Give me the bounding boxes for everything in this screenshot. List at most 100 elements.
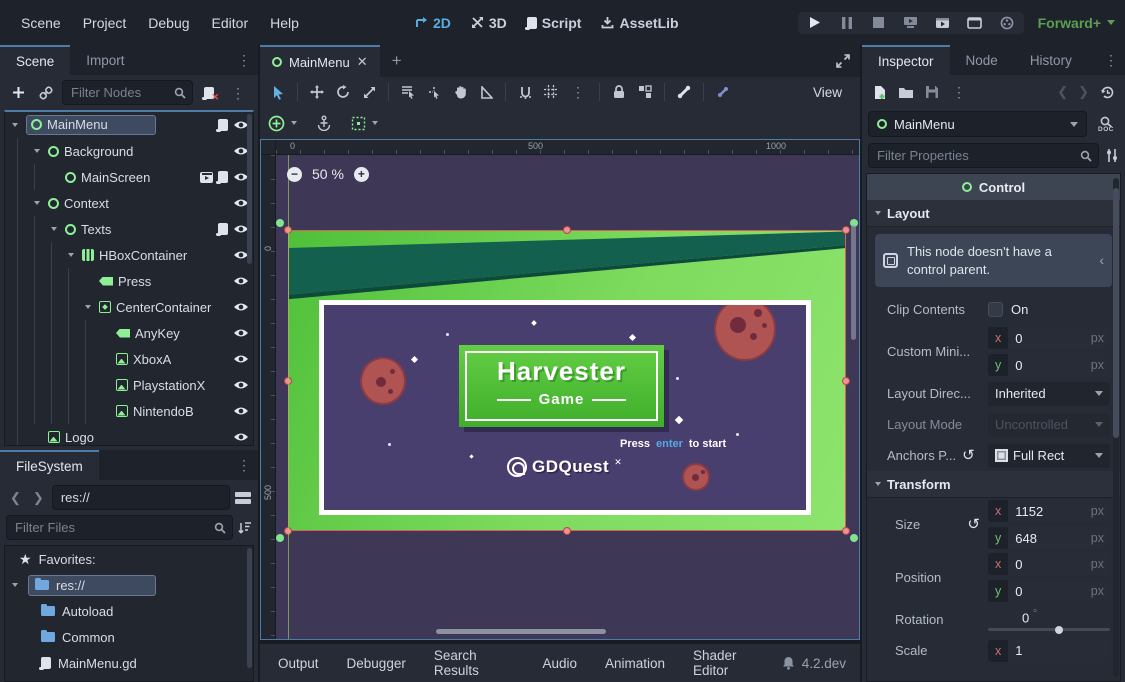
select-list-icon[interactable] [396, 81, 420, 103]
script-icon[interactable] [218, 119, 228, 131]
rotation-slider[interactable]: 0 ° [988, 608, 1110, 631]
save-resource-icon[interactable] [920, 80, 944, 104]
scene-node-xboxa[interactable]: XboxA [5, 346, 253, 372]
canvas-horizontal-scrollbar[interactable] [436, 629, 606, 634]
switch-3d-button[interactable]: 3D [461, 10, 517, 36]
grid-snap-icon[interactable] [539, 81, 563, 103]
path-input[interactable] [52, 485, 230, 510]
property-filter-options-icon[interactable] [1105, 148, 1119, 163]
scene-node-background[interactable]: Background [5, 138, 253, 164]
open-docs-icon[interactable]: DOC [1093, 116, 1119, 133]
scene-tab-mainmenu[interactable]: MainMenu ✕ [260, 45, 380, 77]
zoom-level[interactable]: 50 % [312, 166, 344, 182]
play-scene-button[interactable] [934, 15, 952, 31]
add-node-button[interactable] [6, 81, 30, 105]
stop-button[interactable] [870, 15, 888, 31]
pause-button[interactable] [838, 15, 856, 31]
notification-bell-icon[interactable] [782, 656, 795, 670]
favorites-item[interactable]: ★ Favorites: [5, 546, 253, 572]
tab-import[interactable]: Import [70, 45, 140, 75]
filter-files-input[interactable] [6, 515, 233, 540]
anchors-preset-dropdown[interactable]: Full Rect [988, 444, 1110, 468]
inspector-menu-icon[interactable]: ⋮ [1098, 53, 1125, 67]
selection-handle[interactable] [842, 377, 850, 385]
renderer-dropdown[interactable]: Forward+ [1038, 15, 1115, 31]
scene-node-press[interactable]: Press [5, 268, 253, 294]
canvas-viewport[interactable]: 0 500 1000 0 500 − 50 % + [260, 139, 860, 640]
scene-tree-scrollbar[interactable] [247, 114, 252, 264]
scene-node-logo[interactable]: Logo [5, 424, 253, 446]
collapse-icon[interactable] [34, 201, 40, 205]
panel-output[interactable]: Output [266, 650, 331, 677]
resource-menu-icon[interactable]: ⋮ [946, 85, 973, 99]
canvas-vertical-scrollbar[interactable] [851, 225, 856, 340]
collapse-icon[interactable] [12, 123, 18, 127]
collapse-icon[interactable] [85, 305, 91, 309]
select-tool-icon[interactable] [266, 81, 290, 103]
folder-autoload-item[interactable]: Autoload [5, 598, 253, 624]
edit-forward-icon[interactable]: ❯ [1074, 84, 1093, 100]
revert-icon[interactable]: ↺ [967, 517, 980, 532]
container-sizing-icon[interactable] [351, 116, 366, 131]
scene-node-texts[interactable]: Texts [5, 216, 253, 242]
menu-project[interactable]: Project [72, 9, 138, 37]
anchor-preset-icon[interactable] [268, 115, 285, 132]
zoom-out-button[interactable]: − [287, 167, 302, 182]
menu-editor[interactable]: Editor [201, 9, 260, 37]
view-menu-button[interactable]: View [801, 85, 854, 100]
skeleton-bone-icon[interactable] [672, 81, 696, 103]
movie-maker-button[interactable] [998, 15, 1016, 31]
anchor-handle[interactable] [276, 219, 284, 227]
switch-2d-button[interactable]: 2D [405, 10, 461, 36]
panel-debugger[interactable]: Debugger [335, 650, 418, 677]
tab-scene[interactable]: Scene [0, 45, 70, 75]
tab-history[interactable]: History [1014, 45, 1088, 75]
file-mainmenu-gd-item[interactable]: MainMenu.gd [5, 650, 253, 676]
custom-min-y-field[interactable]: y0px [988, 354, 1110, 376]
category-control[interactable]: Control [867, 174, 1120, 200]
instance-scene-button[interactable] [34, 81, 58, 105]
move-tool-icon[interactable] [305, 81, 329, 103]
position-x-field[interactable]: x0px [988, 553, 1110, 575]
revert-icon[interactable]: ↺ [962, 448, 975, 463]
new-scene-tab-button[interactable]: + [380, 45, 414, 77]
load-resource-icon[interactable] [894, 80, 918, 104]
collapse-icon[interactable] [12, 583, 18, 587]
scene-node-mainmenu[interactable]: MainMenu [5, 112, 253, 138]
layout-direction-dropdown[interactable]: Inherited [988, 382, 1110, 406]
menu-scene[interactable]: Scene [10, 9, 72, 37]
play-button[interactable] [806, 15, 824, 31]
scene-dock-menu-icon[interactable]: ⋮ [231, 53, 258, 67]
zoom-in-button[interactable]: + [354, 167, 369, 182]
tab-node[interactable]: Node [950, 45, 1014, 75]
scene-node-playstationx[interactable]: PlaystationX [5, 372, 253, 398]
pan-tool-icon[interactable] [448, 81, 472, 103]
section-transform[interactable]: Transform [867, 471, 1120, 498]
panel-search-results[interactable]: Search Results [422, 642, 527, 682]
visibility-eye-icon[interactable] [233, 379, 249, 391]
selection-handle[interactable] [842, 527, 850, 535]
visibility-eye-icon[interactable] [233, 405, 249, 417]
section-layout[interactable]: Layout [867, 200, 1120, 227]
version-label[interactable]: 4.2.dev [802, 656, 846, 671]
ruler-tool-icon[interactable] [474, 81, 498, 103]
size-y-field[interactable]: y648px [988, 527, 1110, 549]
tab-filesystem[interactable]: FileSystem [0, 450, 99, 480]
skeleton-options-icon[interactable] [711, 81, 735, 103]
script-icon[interactable] [218, 223, 228, 235]
anchor-handle[interactable] [276, 534, 284, 542]
panel-audio[interactable]: Audio [530, 650, 589, 677]
play-remote-button[interactable] [902, 15, 920, 31]
collapse-icon[interactable] [68, 253, 74, 257]
scene-node-nintendob[interactable]: NintendoB [5, 398, 253, 424]
tab-inspector[interactable]: Inspector [862, 45, 950, 75]
chevron-left-icon[interactable]: ‹ [1099, 251, 1104, 270]
edit-back-icon[interactable]: ❮ [1053, 84, 1072, 100]
scale-x-field[interactable]: x1 [988, 640, 1110, 662]
play-custom-scene-button[interactable] [966, 15, 984, 31]
position-y-field[interactable]: y0px [988, 580, 1110, 602]
lock-icon[interactable] [607, 81, 631, 103]
menu-debug[interactable]: Debug [137, 9, 200, 37]
inspector-scrollbar[interactable] [1113, 178, 1119, 677]
chevron-down-icon[interactable] [291, 121, 297, 125]
